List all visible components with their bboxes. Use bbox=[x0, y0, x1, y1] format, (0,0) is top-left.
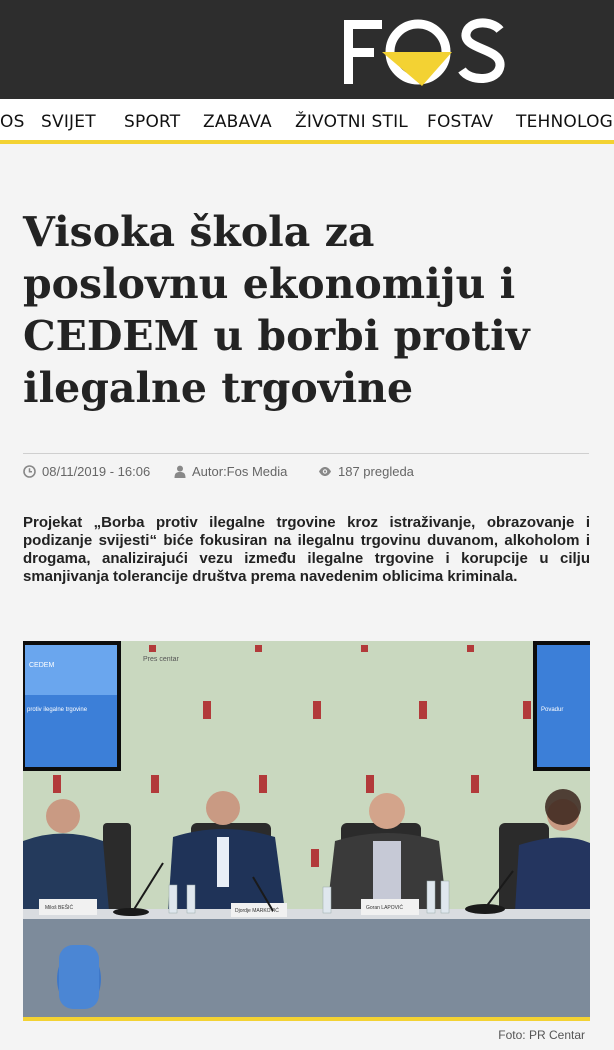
site-header bbox=[0, 0, 614, 99]
article-title: Visoka škola za poslovnu ekonomiju i CED… bbox=[23, 208, 530, 412]
nameplate-1: Miloš BEŠIĆ bbox=[45, 904, 73, 911]
press-conference-image: Pres centar CEDEM protiv ilegalne trgovi… bbox=[23, 641, 590, 1017]
article-lead: Projekat „Borba protiv ilegalne trgovine… bbox=[23, 514, 590, 585]
nav-item-os[interactable]: OS bbox=[0, 112, 25, 132]
nav-item-fostav[interactable]: FOSTAV bbox=[427, 112, 493, 132]
main-nav: OS SVIJET SPORT ZABAVA ŽIVOTNI STIL FOST… bbox=[0, 99, 614, 144]
article-author-text[interactable]: Autor:Fos Media bbox=[192, 464, 287, 479]
nameplate-3: Goran LAPOVIĆ bbox=[366, 904, 403, 911]
photo-screen-right-text: Povadur bbox=[541, 707, 563, 713]
article-date: 08/11/2019 - 16:06 bbox=[23, 464, 150, 479]
photo-screen-logo: CEDEM bbox=[29, 662, 54, 669]
article-photo[interactable]: Pres centar CEDEM protiv ilegalne trgovi… bbox=[23, 641, 590, 1017]
photo-accent-line bbox=[23, 1017, 590, 1021]
article-views-text: 187 pregleda bbox=[338, 464, 414, 479]
article-author: Autor:Fos Media bbox=[174, 464, 287, 479]
photo-caption: Foto: PR Centar bbox=[498, 1028, 585, 1042]
clock-icon bbox=[23, 465, 36, 478]
nav-item-zivotni-stil[interactable]: ŽIVOTNI STIL bbox=[295, 112, 408, 132]
nav-item-zabava[interactable]: ZABAVA bbox=[203, 112, 272, 132]
eye-icon bbox=[319, 467, 331, 476]
user-icon bbox=[174, 465, 186, 478]
title-divider bbox=[23, 453, 589, 454]
article-views: 187 pregleda bbox=[318, 464, 414, 479]
nav-item-tehnologija[interactable]: TEHNOLOGIJ bbox=[516, 112, 614, 132]
nav-item-svijet[interactable]: SVIJET bbox=[41, 112, 96, 132]
nav-item-sport[interactable]: SPORT bbox=[124, 112, 180, 132]
photo-screen-text: protiv ilegalne trgovine bbox=[27, 707, 88, 713]
photo-brand-text: Pres centar bbox=[143, 656, 179, 663]
fos-logo[interactable] bbox=[340, 12, 510, 90]
article-date-text: 08/11/2019 - 16:06 bbox=[42, 464, 151, 479]
